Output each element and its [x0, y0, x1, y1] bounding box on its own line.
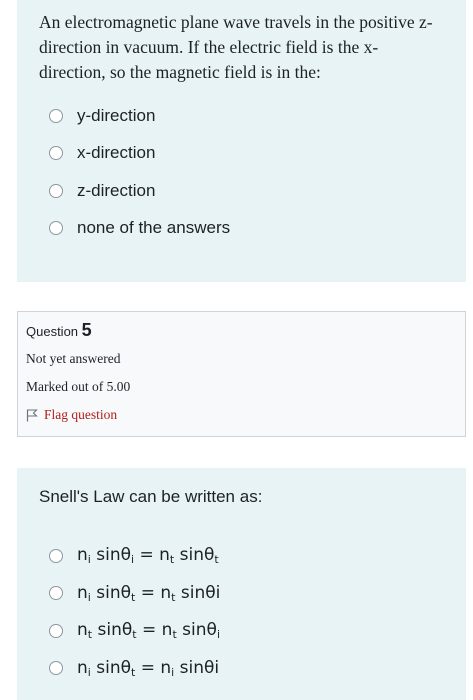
question-4-answers: y-direction x-direction z-direction none… [39, 97, 444, 247]
answer-option-2[interactable]: ni sinθt = nt sinθi [39, 575, 444, 613]
question-4-text: An electromagnetic plane wave travels in… [39, 12, 433, 82]
radio-button[interactable] [49, 623, 63, 638]
question-5-content: Snell's Law can be written as: ni sinθi … [17, 468, 466, 700]
radio-button[interactable] [49, 183, 63, 198]
radio-button[interactable] [49, 146, 63, 161]
answer-status: Not yet answered [26, 351, 121, 366]
flag-label: Flag question [44, 407, 118, 422]
answer-option-1[interactable]: ni sinθi = nt sinθt [39, 537, 444, 575]
answer-formula: ni sinθt = ni sinθi [77, 657, 220, 679]
answer-label: none of the answers [77, 218, 231, 238]
answer-option-y-direction[interactable]: y-direction [39, 97, 444, 135]
answer-option-x-direction[interactable]: x-direction [39, 135, 444, 173]
question-number: Question 5 [26, 320, 457, 341]
answer-formula: ni sinθt = nt sinθi [77, 582, 221, 604]
answer-option-z-direction[interactable]: z-direction [39, 172, 444, 210]
radio-button[interactable] [49, 586, 63, 601]
flag-question-button[interactable]: Flag question [26, 407, 457, 423]
question-5-info-box: Question 5 Not yet answered Marked out o… [17, 311, 466, 437]
answer-label: y-direction [77, 105, 156, 125]
marks-info: Marked out of 5.00 [26, 379, 131, 394]
question-5-answers: ni sinθi = nt sinθt ni sinθt = nt sinθi … [39, 537, 444, 687]
question-label: Question [26, 324, 79, 339]
flag-icon [26, 408, 38, 421]
radio-button[interactable] [49, 548, 63, 563]
answer-label: x-direction [77, 143, 156, 163]
answer-formula: nt sinθt = nt sinθi [77, 620, 220, 642]
answer-formula: ni sinθi = nt sinθt [77, 545, 219, 567]
answer-option-3[interactable]: nt sinθt = nt sinθi [39, 612, 444, 650]
answer-label: z-direction [77, 180, 156, 200]
question-5-text: Snell's Law can be written as: [39, 487, 263, 506]
radio-button[interactable] [49, 108, 63, 123]
question-number-value: 5 [81, 320, 92, 340]
answer-option-none[interactable]: none of the answers [39, 210, 444, 248]
radio-button[interactable] [49, 661, 63, 676]
answer-option-4[interactable]: ni sinθt = ni sinθi [39, 650, 444, 688]
question-4-content: An electromagnetic plane wave travels in… [17, 0, 466, 282]
radio-button[interactable] [49, 221, 63, 236]
